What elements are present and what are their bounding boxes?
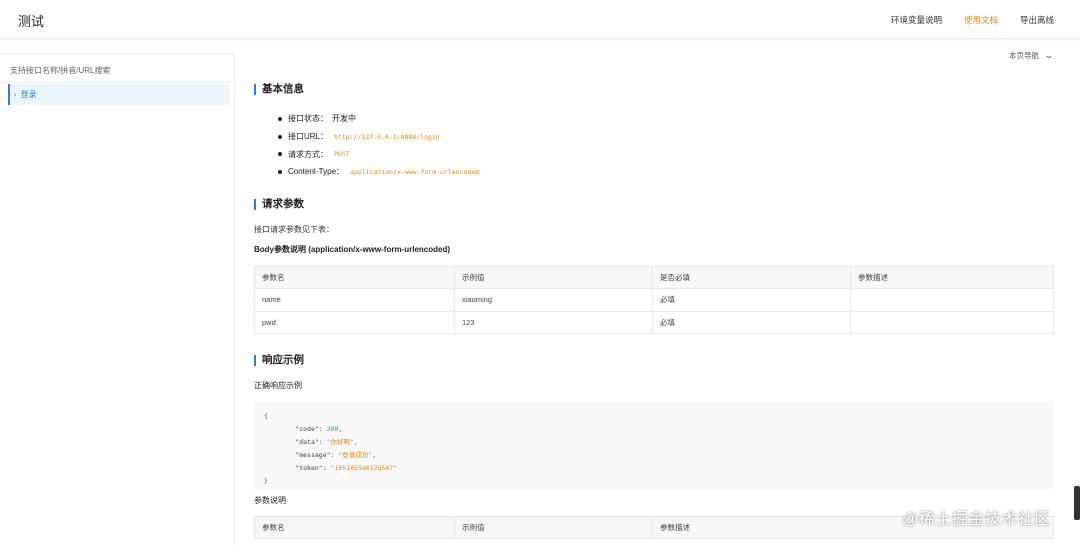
sidebar-item-label: 登录 bbox=[20, 90, 37, 99]
sidebar-item-login[interactable]: › 登录 bbox=[8, 84, 230, 105]
col-header-desc: 参数描述 bbox=[850, 266, 1054, 289]
export-offline-link[interactable]: 导出离线 bbox=[1020, 14, 1054, 26]
code-line: "message": "登录成功", bbox=[295, 451, 377, 459]
docs-link[interactable]: 使用文档 bbox=[964, 14, 998, 26]
content-type-value: application/x-www-form-urlencoded bbox=[350, 167, 480, 176]
code-line: "code": 200, bbox=[295, 425, 343, 433]
list-item: 接口URL： http://127.0.0.1:8888/login bbox=[278, 128, 479, 146]
chevron-down-icon: ⌄ bbox=[1043, 50, 1055, 60]
cell-required: 必填 bbox=[652, 310, 851, 334]
code-line: } bbox=[264, 477, 268, 485]
table-row: name xiaoming 必填 bbox=[254, 288, 1054, 312]
sidebar bbox=[0, 54, 235, 545]
chevron-right-icon: › bbox=[14, 92, 17, 99]
success-response-title: 正确响应示例 bbox=[254, 381, 302, 390]
col-header-example: 示例值 bbox=[454, 516, 653, 539]
col-header-name: 参数名 bbox=[254, 516, 455, 539]
cell-required: 必填 bbox=[652, 288, 851, 312]
cell-example: 123 bbox=[454, 310, 653, 334]
bullet-icon bbox=[278, 152, 282, 157]
col-header-example: 示例值 bbox=[454, 266, 653, 289]
bullet-icon bbox=[278, 116, 282, 121]
code-line: "data": "你好啊", bbox=[295, 438, 358, 446]
app-title: 测试 bbox=[18, 14, 45, 29]
list-item: Content-Type： application/x-www-form-url… bbox=[278, 163, 479, 181]
cell-name: pwd bbox=[254, 310, 455, 334]
bullet-icon bbox=[278, 134, 282, 139]
params-desc-title: 参数说明 bbox=[254, 496, 286, 505]
url-label: 接口URL： bbox=[288, 132, 329, 142]
basic-info-list: 接口状态： 开发中 接口URL： http://127.0.0.1:8888/l… bbox=[278, 110, 479, 181]
list-item: 请求方式： POST bbox=[278, 145, 479, 163]
search-divider bbox=[0, 82, 235, 83]
scrollbar-thumb[interactable] bbox=[1074, 486, 1080, 520]
section-title-request: 请求参数 bbox=[254, 199, 304, 210]
watermark: @稀土掘金技术社区 bbox=[902, 511, 1051, 528]
content-type-label: Content-Type： bbox=[288, 167, 345, 177]
table-row: pwd 123 必填 bbox=[254, 310, 1054, 334]
top-bar: 测试 环境变量说明 使用文档 导出离线 bbox=[0, 0, 1080, 39]
response-code-block: { "code": 200, "data": "你好啊", "message":… bbox=[254, 402, 1054, 490]
search-input[interactable] bbox=[10, 63, 225, 77]
env-vars-link[interactable]: 环境变量说明 bbox=[891, 14, 942, 26]
top-links: 环境变量说明 使用文档 导出离线 bbox=[891, 14, 1054, 26]
list-item: 接口状态： 开发中 bbox=[278, 110, 479, 128]
request-intro: 接口请求参数见下表： bbox=[254, 225, 334, 234]
section-title-basic: 基本信息 bbox=[254, 84, 304, 95]
cell-desc bbox=[850, 310, 1054, 334]
col-header-required: 是否必填 bbox=[652, 266, 851, 289]
status-value: 开发中 bbox=[332, 114, 356, 124]
scrolled-content-hint bbox=[253, 31, 323, 35]
section-title-response: 响应示例 bbox=[254, 355, 304, 366]
status-label: 接口状态： bbox=[288, 114, 328, 124]
bullet-icon bbox=[278, 169, 282, 174]
cell-name: name bbox=[254, 288, 455, 312]
method-value: POST bbox=[334, 150, 350, 159]
body-params-table: 参数名 示例值 是否必填 参数描述 name xiaoming 必填 pwd 1… bbox=[254, 266, 1054, 334]
cell-example: xiaoming bbox=[454, 288, 653, 312]
url-value: http://127.0.0.1:8888/login bbox=[334, 132, 440, 141]
table-header-row: 参数名 示例值 是否必填 参数描述 bbox=[254, 266, 1054, 289]
method-label: 请求方式： bbox=[288, 149, 328, 159]
page-nav-toggle[interactable]: 本页导航 ⌄ bbox=[1009, 50, 1055, 61]
cell-desc bbox=[850, 288, 1054, 312]
col-header-name: 参数名 bbox=[254, 266, 455, 289]
body-params-title: Body参数说明 (application/x-www-form-urlenco… bbox=[254, 245, 451, 254]
code-line: { bbox=[264, 412, 268, 420]
page-nav-label: 本页导航 bbox=[1009, 51, 1039, 60]
code-line: "token": "1651A55a612q547" bbox=[295, 464, 398, 472]
